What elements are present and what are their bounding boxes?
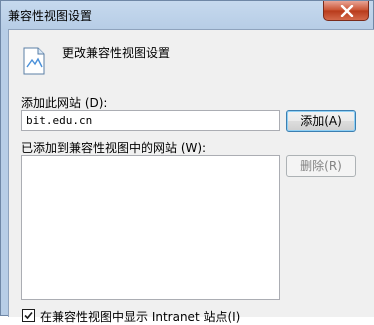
remove-button[interactable]: 删除(R) bbox=[286, 155, 356, 177]
compatibility-view-settings-window: 兼容性视图设置 更改兼容性视图设置 添加此网站 (D): bit.edu.cn … bbox=[0, 0, 374, 324]
add-site-input[interactable]: bit.edu.cn bbox=[21, 110, 280, 131]
intranet-checkbox-label[interactable]: 在兼容性视图中显示 Intranet 站点(I) bbox=[40, 308, 240, 325]
page-settings-icon bbox=[23, 47, 45, 75]
window-title: 兼容性视图设置 bbox=[8, 9, 93, 23]
dialog-heading: 更改兼容性视图设置 bbox=[62, 46, 171, 60]
add-site-label: 添加此网站 (D): bbox=[21, 96, 108, 110]
added-sites-label: 已添加到兼容性视图中的网站 (W): bbox=[21, 141, 207, 155]
close-icon bbox=[340, 5, 354, 17]
add-button[interactable]: 添加(A) bbox=[286, 110, 356, 132]
close-button[interactable] bbox=[323, 1, 369, 21]
dialog-body: 更改兼容性视图设置 添加此网站 (D): bit.edu.cn 添加(A) 已添… bbox=[8, 29, 374, 324]
title-bar[interactable]: 兼容性视图设置 bbox=[1, 1, 373, 29]
added-sites-list[interactable] bbox=[21, 155, 280, 300]
